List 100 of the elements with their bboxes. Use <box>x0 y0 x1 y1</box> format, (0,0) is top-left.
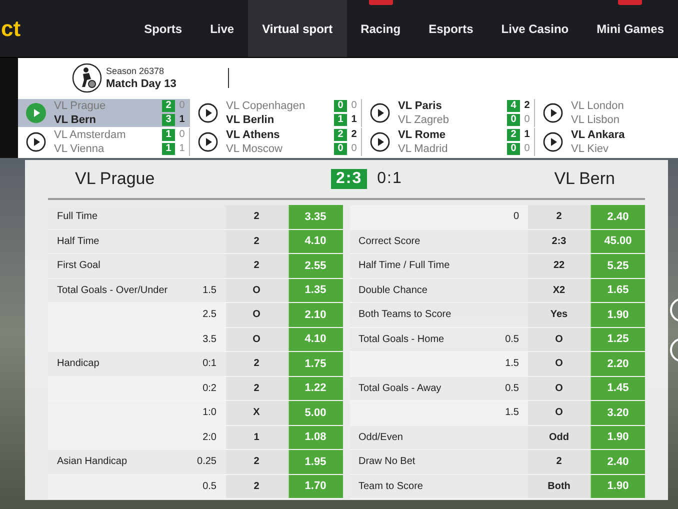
team-name: VL Ankara <box>571 128 626 142</box>
half-time-score: 1 <box>178 142 186 156</box>
odds-button[interactable]: 4.10 <box>288 328 342 351</box>
market-line: 2.5 <box>202 308 216 322</box>
score: 2 <box>507 129 520 141</box>
odds-button[interactable]: 3.20 <box>590 401 645 424</box>
half-time-score: 1 <box>350 113 358 127</box>
pick-cell: O <box>528 376 590 400</box>
pick-cell: O <box>528 352 590 376</box>
pick-cell: 2 <box>226 254 288 278</box>
half-time-score: 0:1 <box>377 169 404 189</box>
odds-button[interactable]: 1.90 <box>590 303 645 326</box>
score: 0 <box>507 143 520 155</box>
market-label: Total Goals - Away <box>358 382 442 396</box>
market-line: 0.5 <box>505 382 519 396</box>
team-name: VL Copenhagen <box>226 99 306 113</box>
odds-button[interactable]: 1.75 <box>288 352 342 376</box>
odds-button[interactable]: 1.90 <box>590 474 645 498</box>
score: 2 <box>162 100 175 112</box>
market-line: 1.5 <box>202 284 216 298</box>
team-name: VL Kiev <box>571 142 610 156</box>
odds-button[interactable]: 5.25 <box>590 254 645 278</box>
nav-tab[interactable]: Mini Games <box>582 0 678 57</box>
market-label: First Goal <box>57 259 102 274</box>
market-label: Half Time <box>57 234 100 249</box>
market-label: Handicap <box>57 357 100 372</box>
half-time-score: 1 <box>178 113 186 127</box>
market-label: Odd/Even <box>358 430 404 445</box>
market-line: 0.25 <box>197 455 216 470</box>
market-line: 0:1 <box>202 357 216 372</box>
odds-button[interactable]: 1.45 <box>590 376 645 400</box>
score: 2 <box>334 129 347 141</box>
pick-cell: 2 <box>528 205 590 228</box>
team-name: VL Lisbon <box>571 113 621 127</box>
odds-button[interactable]: 2.10 <box>288 303 342 326</box>
odds-button[interactable]: 1.65 <box>590 278 645 302</box>
away-team: VL Bern <box>554 168 615 190</box>
team-name: VL Moscow <box>226 142 284 156</box>
odds-button[interactable]: 2.40 <box>590 205 645 228</box>
market-label: Correct Score <box>358 234 422 249</box>
odds-button[interactable]: 2.40 <box>590 450 645 474</box>
nav-tab[interactable]: Racing <box>346 0 415 57</box>
pick-cell: Both <box>528 474 590 498</box>
odds-button[interactable]: 1.90 <box>590 426 645 449</box>
score: 4 <box>507 100 520 112</box>
pick-cell: 1 <box>226 426 288 449</box>
pick-cell: O <box>226 278 288 302</box>
nav-tab[interactable]: Live Casino <box>487 0 583 57</box>
nav-tab[interactable]: Sports <box>130 0 196 57</box>
match-row[interactable]: VL Prague 2 0 VL Bern 3 1 <box>18 99 190 127</box>
odds-button[interactable]: 2.20 <box>590 352 645 376</box>
odds-button[interactable]: 1.95 <box>288 450 342 474</box>
play-icon[interactable] <box>26 132 46 152</box>
nav-tab[interactable]: Esports <box>414 0 488 57</box>
pick-cell: O <box>226 328 288 351</box>
team-name: VL Vienna <box>54 142 106 156</box>
odds-button[interactable]: 1.22 <box>288 376 342 400</box>
market-label: Total Goals - Home <box>358 332 446 347</box>
pick-cell: 2 <box>226 376 288 400</box>
odds-button[interactable]: 1.08 <box>288 426 342 449</box>
team-name: VL Prague <box>54 99 107 113</box>
pick-cell: Odd <box>528 426 590 449</box>
play-icon[interactable] <box>543 103 563 123</box>
market-line: 1:0 <box>202 406 216 420</box>
market-label: Asian Handicap <box>57 455 128 470</box>
half-time-score: 2 <box>523 99 531 113</box>
market-label: Full Time <box>57 210 99 224</box>
market-line: 0.5 <box>202 480 216 494</box>
nav-tab[interactable]: Live <box>196 0 248 57</box>
team-name: VL Zagreb <box>398 113 450 127</box>
play-icon[interactable] <box>370 103 390 123</box>
market-line: 3.5 <box>202 332 216 347</box>
play-icon[interactable] <box>198 132 218 152</box>
pick-cell: 2 <box>226 230 288 253</box>
play-icon[interactable] <box>543 132 563 152</box>
soccer-player-icon <box>72 63 102 93</box>
logo[interactable]: ct <box>1 12 130 45</box>
pick-cell: X <box>226 401 288 424</box>
match-score: 2:3 <box>331 169 368 189</box>
score: 1 <box>334 114 347 126</box>
odds-button[interactable]: 1.35 <box>288 278 342 302</box>
odds-button[interactable]: 2.55 <box>288 254 342 278</box>
odds-button[interactable]: 1.25 <box>590 328 645 351</box>
nav-tab[interactable]: Virtual sport <box>248 0 347 57</box>
odds-button[interactable]: 1.70 <box>288 474 342 498</box>
odds-button[interactable]: 4.10 <box>288 230 342 253</box>
odds-button[interactable]: 45.00 <box>590 230 645 253</box>
team-name: VL Athens <box>226 128 281 142</box>
team-name: VL Rome <box>398 128 446 142</box>
odds-button[interactable]: 3.35 <box>288 205 342 228</box>
pick-cell: X2 <box>528 278 590 302</box>
market-label: Draw No Bet <box>358 455 416 470</box>
play-icon[interactable] <box>198 103 218 123</box>
odds-button[interactable]: 5.00 <box>288 401 342 424</box>
market-label: Total Goals - Over/Under <box>57 284 169 298</box>
half-time-score: 0 <box>523 113 531 127</box>
score: 3 <box>162 114 175 126</box>
play-icon[interactable] <box>370 132 390 152</box>
market-label: Half Time / Full Time <box>358 259 451 274</box>
season-label: Season 26378 <box>106 65 166 78</box>
